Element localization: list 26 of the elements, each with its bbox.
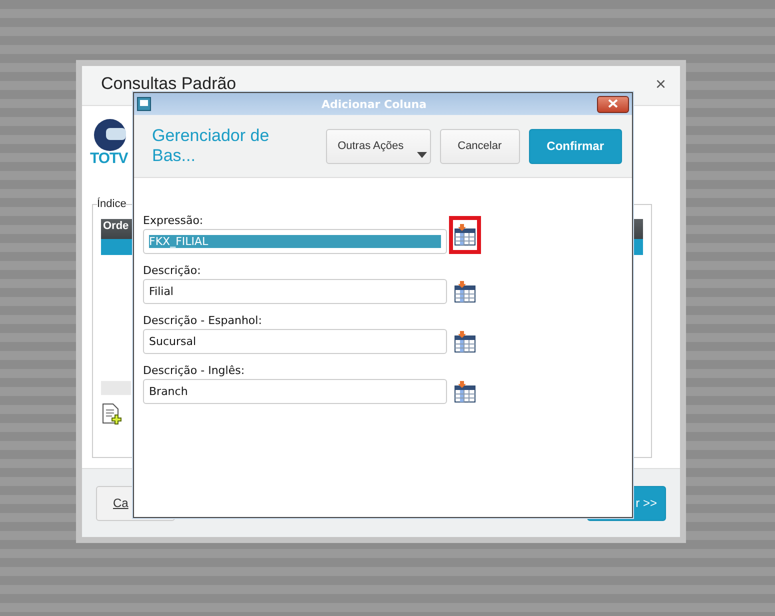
logo-text: TOTV bbox=[90, 150, 128, 167]
add-document-icon bbox=[101, 403, 123, 425]
field-label: Expressão: bbox=[143, 213, 204, 229]
close-icon bbox=[608, 99, 618, 108]
lookup-button[interactable] bbox=[449, 216, 481, 254]
group-label: Índice bbox=[97, 198, 126, 210]
close-button[interactable]: × bbox=[655, 74, 666, 95]
table-icon bbox=[454, 280, 476, 302]
field-label: Descrição - Espanhol: bbox=[143, 313, 263, 329]
cancel-button[interactable]: Cancelar bbox=[440, 128, 520, 164]
window-icon bbox=[137, 97, 151, 111]
input-field[interactable]: Filial bbox=[143, 279, 447, 304]
input-field[interactable]: Sucursal bbox=[143, 329, 447, 354]
page-title: Gerenciador de Bas... bbox=[152, 126, 270, 166]
input-field[interactable]: Branch bbox=[143, 379, 447, 404]
close-button[interactable] bbox=[597, 96, 629, 112]
caret-icon bbox=[416, 152, 427, 158]
window-title: Adicionar Coluna bbox=[320, 98, 428, 110]
scrollbar[interactable] bbox=[101, 381, 131, 395]
field-label: Descrição: bbox=[143, 263, 202, 279]
table-icon bbox=[454, 330, 476, 352]
dialog-title: Consultas Padrão bbox=[101, 74, 236, 94]
actions-menu-button[interactable]: Outras Ações bbox=[326, 128, 431, 164]
field-label: Descrição - Inglês: bbox=[143, 363, 246, 379]
table-icon bbox=[454, 224, 476, 246]
table-icon bbox=[454, 380, 476, 402]
